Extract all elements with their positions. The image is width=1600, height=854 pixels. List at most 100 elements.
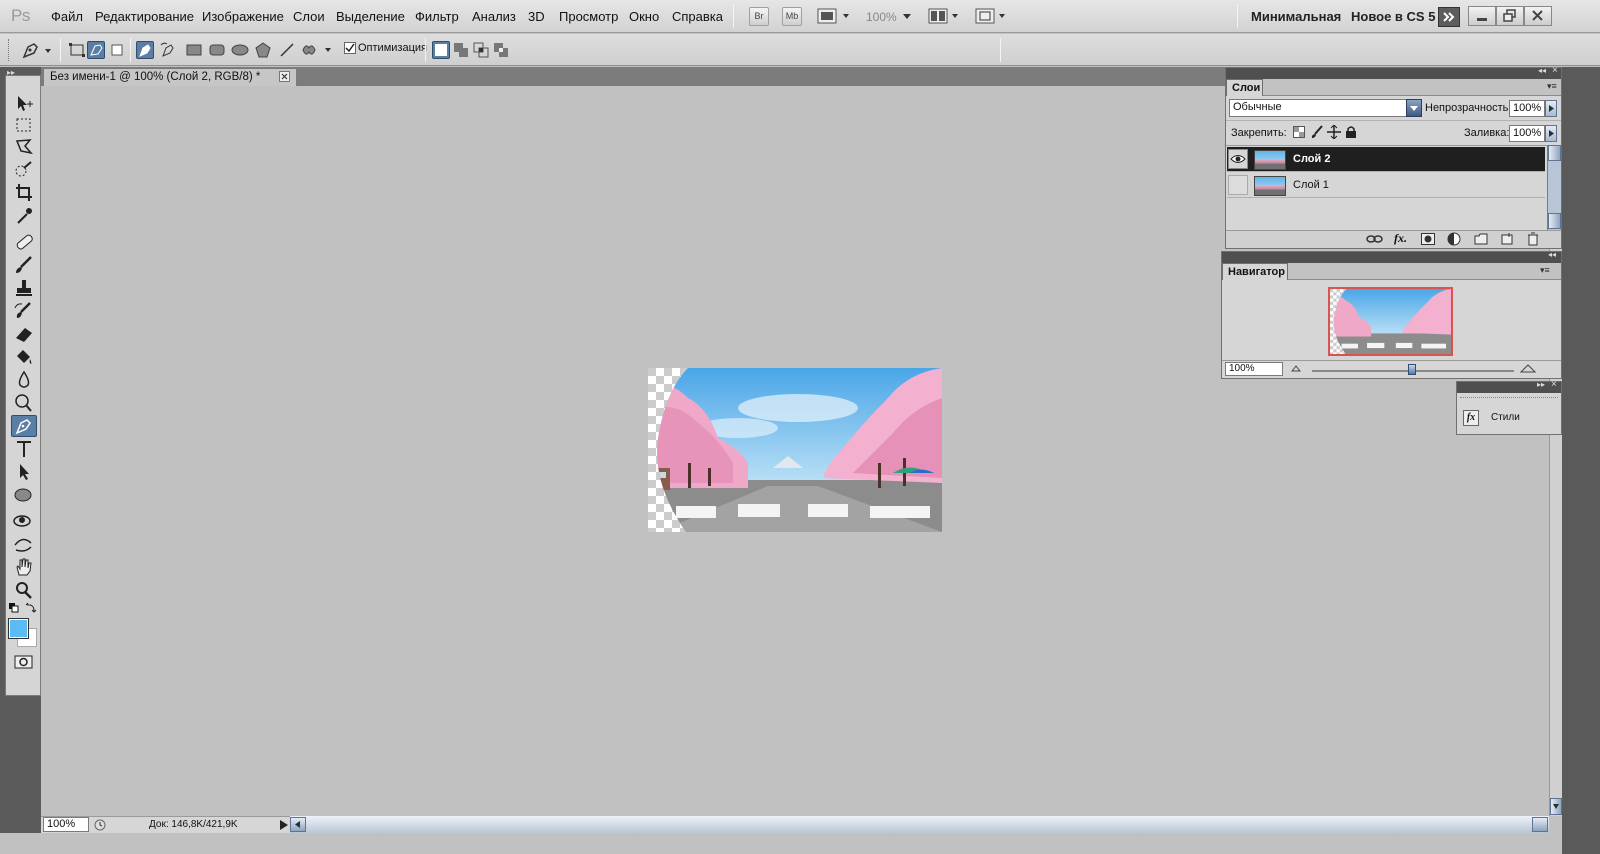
lasso-icon[interactable]	[11, 136, 37, 158]
panel-menu-icon[interactable]: ▾≡	[1547, 81, 1557, 92]
lock-position-icon[interactable]	[1327, 125, 1341, 139]
healing-icon[interactable]	[11, 231, 37, 253]
pen-icon[interactable]	[136, 41, 154, 59]
opacity-slider-button[interactable]	[1545, 100, 1557, 117]
tab-layers[interactable]: Слои	[1226, 79, 1263, 96]
path-select-icon[interactable]	[11, 461, 37, 483]
hand-icon[interactable]	[11, 556, 37, 578]
menu-file[interactable]: Файл	[51, 9, 83, 24]
eyedropper-icon[interactable]	[11, 205, 37, 227]
zoom-out-icon[interactable]	[1291, 364, 1301, 372]
stamp-icon[interactable]	[11, 277, 37, 299]
fx-icon[interactable]: fx.	[1394, 231, 1407, 246]
brush-icon[interactable]	[11, 254, 37, 276]
crop-icon[interactable]	[11, 182, 37, 204]
mask-icon[interactable]	[1421, 233, 1435, 245]
menu-image[interactable]: Изображение	[202, 9, 284, 24]
layer-name[interactable]: Слой 2	[1293, 153, 1330, 165]
mini-bridge-button[interactable]: Mb	[782, 7, 802, 26]
menu-layers[interactable]: Слои	[293, 9, 325, 24]
blend-mode-select[interactable]: Обычные	[1229, 99, 1421, 117]
layers-scrollbar[interactable]	[1547, 145, 1561, 230]
status-zoom-input[interactable]: 100%	[43, 817, 89, 832]
workspace-new-cs5[interactable]: Новое в CS 5	[1351, 9, 1435, 24]
navigator-preview[interactable]	[1328, 287, 1453, 356]
rounded-rectangle-icon[interactable]	[208, 41, 226, 59]
marquee-icon[interactable]	[11, 114, 37, 136]
line-shape-icon[interactable]	[278, 41, 296, 59]
status-menu-arrow-icon[interactable]	[280, 820, 288, 830]
optimization-checkbox[interactable]	[344, 42, 356, 54]
ellipse-icon[interactable]	[11, 484, 37, 506]
document-image[interactable]	[648, 368, 942, 532]
scroll-down-button[interactable]	[1550, 798, 1562, 815]
dodge-icon[interactable]	[11, 392, 37, 414]
lock-all-icon[interactable]	[1345, 125, 1357, 139]
fill-slider-button[interactable]	[1545, 125, 1557, 142]
paths-button[interactable]	[87, 41, 105, 59]
close-panel-icon[interactable]: ×	[1551, 379, 1557, 390]
eraser-icon[interactable]	[11, 323, 37, 345]
collapse-panel-icon[interactable]: ◂◂	[1538, 66, 1546, 75]
bridge-button[interactable]: Br	[749, 7, 769, 26]
blur-icon[interactable]	[11, 369, 37, 391]
expand-panel-icon[interactable]: ▸▸	[1537, 380, 1545, 389]
lock-pixels-icon[interactable]	[1310, 125, 1324, 139]
document-tab[interactable]: Без имени-1 @ 100% (Слой 2, RGB/8) *	[43, 68, 297, 87]
zoom-level-dropdown[interactable]: 100%	[866, 10, 897, 24]
lock-transparent-icon[interactable]	[1293, 126, 1305, 138]
restore-button[interactable]	[1496, 6, 1524, 26]
history-brush-icon[interactable]	[11, 300, 37, 322]
custom-shape-icon[interactable]	[300, 41, 334, 59]
zoom-in-icon[interactable]	[1520, 363, 1536, 373]
collapse-panel-icon[interactable]: ◂◂	[1548, 250, 1556, 259]
polygon-shape-icon[interactable]	[254, 41, 272, 59]
menu-3d[interactable]: 3D	[528, 9, 545, 24]
close-document-icon[interactable]	[279, 71, 290, 82]
menu-edit[interactable]: Редактирование	[95, 9, 194, 24]
ellipse-shape-icon[interactable]	[231, 41, 249, 59]
layer-row[interactable]: Слой 1	[1227, 173, 1545, 198]
pen-icon[interactable]	[11, 415, 37, 437]
fx-icon[interactable]: fx	[1463, 410, 1479, 426]
menu-analysis[interactable]: Анализ	[472, 9, 516, 24]
foreground-color-swatch[interactable]	[8, 618, 29, 639]
styles-label[interactable]: Стили	[1491, 412, 1520, 423]
intersect-shape-button[interactable]	[472, 41, 490, 59]
status-info-icon[interactable]	[94, 819, 106, 831]
scroll-up-button[interactable]	[1548, 145, 1561, 161]
exclude-shape-button[interactable]	[492, 41, 510, 59]
close-panel-icon[interactable]: ×	[1552, 65, 1558, 76]
eye-icon[interactable]	[1228, 149, 1248, 169]
horizontal-scrollbar[interactable]	[290, 816, 1549, 833]
zoom-icon[interactable]	[11, 579, 37, 601]
menu-select[interactable]: Выделение	[336, 9, 405, 24]
arrange-documents-icon[interactable]	[928, 8, 962, 24]
quick-mask-icon[interactable]	[14, 654, 34, 670]
menu-view[interactable]: Просмотр	[559, 9, 618, 24]
screen-mode-icon[interactable]	[975, 8, 1009, 24]
scroll-right-button[interactable]	[1532, 817, 1548, 832]
opacity-input[interactable]: 100%	[1509, 100, 1545, 117]
rotate-3d-icon[interactable]	[11, 510, 37, 532]
shape-layers-button[interactable]	[68, 41, 86, 59]
tab-navigator[interactable]: Навигатор	[1222, 263, 1288, 280]
layer-row[interactable]: Слой 2	[1227, 147, 1545, 172]
freeform-pen-icon[interactable]	[160, 41, 178, 59]
link-icon[interactable]	[1366, 233, 1384, 245]
visibility-toggle[interactable]	[1228, 175, 1248, 195]
panel-menu-icon[interactable]: ▾≡	[1540, 265, 1550, 276]
view-extras-icon[interactable]	[817, 8, 853, 24]
new-layer-icon[interactable]	[1501, 233, 1513, 245]
move-icon[interactable]	[11, 92, 37, 114]
zoom-slider-thumb[interactable]	[1408, 364, 1416, 375]
rectangle-shape-icon[interactable]	[185, 41, 203, 59]
layer-name[interactable]: Слой 1	[1293, 179, 1329, 191]
chevron-down-icon[interactable]	[1406, 99, 1422, 117]
close-button[interactable]	[1524, 6, 1552, 26]
navigator-zoom-input[interactable]: 100%	[1225, 362, 1283, 376]
scroll-down-button[interactable]	[1548, 213, 1561, 229]
swap-colors-icon[interactable]	[25, 602, 37, 614]
type-icon[interactable]	[11, 438, 37, 460]
minimize-button[interactable]	[1468, 6, 1496, 26]
